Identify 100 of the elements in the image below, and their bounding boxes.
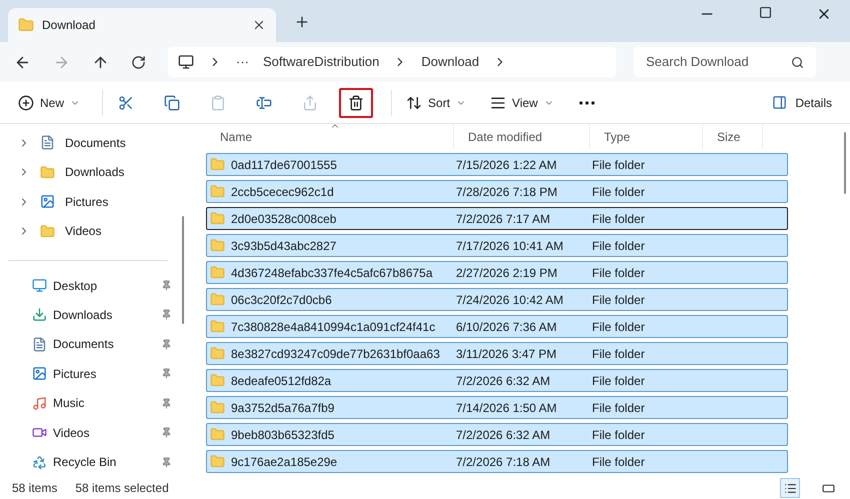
nav-item[interactable]: Downloads — [0, 157, 176, 187]
column-header[interactable]: Type — [590, 124, 703, 150]
search-input[interactable]: Search Download — [646, 52, 791, 72]
computer-icon — [178, 54, 194, 70]
type-cell-text: File folder — [591, 292, 645, 308]
date-cell-text: 6/10/2026 7:36 AM — [455, 318, 558, 336]
nav-item[interactable]: Videos — [0, 216, 176, 246]
details-view-button[interactable] — [780, 478, 800, 498]
desktop-icon — [32, 278, 47, 294]
download-icon — [32, 307, 47, 322]
folder-icon — [210, 373, 225, 388]
document-icon — [32, 336, 47, 352]
breadcrumb[interactable]: SoftwareDistribution — [263, 52, 380, 72]
window-tab[interactable]: Download — [8, 8, 276, 42]
file-name: 9c176ae2a185e29e — [231, 454, 338, 470]
nav-item[interactable]: Recycle Bin — [0, 448, 176, 477]
folder-icon — [210, 265, 225, 280]
nav-item[interactable]: Music — [0, 388, 176, 418]
cut-icon — [118, 94, 134, 110]
file-row[interactable]: 9a3752d5a76a7fb9 7/14/2026 1:50 AM File folder — [206, 396, 788, 419]
nav-item[interactable]: Downloads — [0, 300, 176, 330]
type-cell-text: File folder — [591, 238, 645, 254]
file-row[interactable]: 0ad117de67001555 7/15/2026 1:22 AM File folder — [206, 153, 788, 176]
more-icon — [578, 100, 595, 104]
toolbar-button[interactable]: View — [482, 88, 562, 118]
file-row[interactable]: 7c380828e4a8410994c1a091cf24f41c 6/10/2026 7:36 AM File folder — [206, 315, 788, 338]
folder-icon — [210, 211, 225, 226]
column-header[interactable]: Size — [703, 124, 763, 150]
type-cell-text: File folder — [591, 184, 645, 200]
toolbar-button[interactable]: New — [10, 88, 88, 118]
file-name: 2d0e03528c008ceb — [231, 210, 336, 228]
file-row[interactable]: 8edeafe0512fd82a 7/2/2026 6:32 AM File folder — [206, 369, 788, 392]
pin-icon[interactable] — [161, 368, 172, 380]
pin-icon[interactable] — [161, 280, 172, 292]
folder-icon — [210, 184, 225, 199]
pin-icon[interactable] — [161, 309, 172, 320]
date-cell-text: 7/2/2026 6:32 AM — [455, 372, 552, 390]
file-row[interactable]: 9c176ae2a185e29e 7/2/2026 7:18 AM File folder — [206, 450, 788, 473]
folder-icon — [210, 238, 225, 253]
folder-icon — [18, 17, 34, 33]
date-cell-text: 3/11/2026 3:47 PM — [455, 346, 558, 362]
type-cell-text: File folder — [591, 372, 645, 390]
type-cell-text: File folder — [591, 264, 645, 282]
type-cell-text: File folder — [591, 400, 645, 416]
date-cell-text: 7/28/2026 7:18 PM — [455, 184, 558, 200]
breadcrumb[interactable]: Download — [421, 52, 480, 72]
toolbar-button[interactable]: Sort — [398, 88, 474, 118]
panel-icon — [772, 95, 788, 110]
address-bar[interactable]: ··· SoftwareDistribution Download — [168, 47, 616, 77]
search-icon — [791, 56, 804, 68]
pin-icon[interactable] — [161, 456, 172, 468]
file-row[interactable]: 3c93b5d43abc2827 7/17/2026 10:41 AM File folder — [206, 234, 788, 257]
overflow-crumb[interactable]: ··· — [236, 52, 249, 72]
paste-icon — [210, 94, 226, 110]
date-cell-text: 7/14/2026 1:50 AM — [455, 400, 558, 416]
pin-icon[interactable] — [161, 427, 172, 438]
scrollbar-thumb[interactable] — [182, 216, 184, 324]
new-tab-icon[interactable] — [294, 14, 310, 30]
folder-icon — [210, 319, 225, 334]
column-header[interactable]: Name — [206, 124, 454, 150]
search-field[interactable]: Search Download — [634, 47, 816, 77]
share-icon — [302, 94, 318, 110]
trash-button[interactable] — [339, 88, 374, 118]
new-icon — [18, 94, 34, 110]
file-row[interactable]: 9beb803b65323fd5 7/2/2026 6:32 AM File folder — [206, 423, 788, 446]
file-row[interactable]: 2ccb5cecec962c1d 7/28/2026 7:18 PM File folder — [206, 180, 788, 203]
file-row[interactable]: 2d0e03528c008ceb 7/2/2026 7:17 AM File folder — [206, 207, 788, 230]
file-row[interactable]: 4d367248efabc337fe4c5afc67b8675a 2/27/2026 2:19 PM File folder — [206, 261, 788, 284]
pin-icon[interactable] — [161, 398, 172, 409]
sort-icon — [406, 94, 422, 110]
maximize-icon[interactable] — [759, 6, 772, 19]
music-icon — [32, 396, 47, 411]
nav-item[interactable]: Pictures — [0, 186, 176, 216]
nav-item[interactable]: Videos — [0, 418, 176, 448]
file-name: 0ad117de67001555 — [231, 156, 337, 174]
file-row[interactable]: 06c3c20f2c7d0cb6 7/24/2026 10:42 AM File folder — [206, 288, 788, 311]
folder-icon — [210, 400, 225, 415]
list-icon — [784, 482, 796, 494]
tile-icon — [822, 482, 834, 494]
pin-icon[interactable] — [161, 338, 172, 350]
type-cell-text: File folder — [591, 156, 645, 174]
rename-icon — [256, 94, 272, 110]
folder-icon — [210, 427, 225, 442]
refresh-icon[interactable] — [131, 54, 146, 70]
file-name: 9beb803b65323fd5 — [231, 426, 334, 444]
nav-item[interactable]: Desktop — [0, 270, 176, 300]
details-button[interactable]: Details — [764, 88, 840, 118]
nav-item[interactable]: Pictures — [0, 359, 176, 389]
folder-icon — [210, 157, 225, 172]
nav-item[interactable]: Documents — [0, 330, 176, 360]
file-name: 2ccb5cecec962c1d — [231, 184, 334, 200]
file-name: 9a3752d5a76a7fb9 — [231, 400, 334, 416]
nav-item[interactable]: Documents — [0, 128, 176, 158]
lines-icon — [490, 94, 506, 110]
file-row[interactable]: 8e3827cd93247c09de77b2631bf0aa63 3/11/2026 3:47 PM File folder — [206, 342, 788, 365]
file-name: 4d367248efabc337fe4c5afc67b8675a — [231, 264, 433, 282]
column-header[interactable]: Date modified — [454, 124, 590, 150]
date-cell-text: 2/27/2026 2:19 PM — [455, 264, 558, 282]
file-name: 3c93b5d43abc2827 — [231, 238, 336, 254]
close-icon[interactable] — [252, 18, 266, 32]
